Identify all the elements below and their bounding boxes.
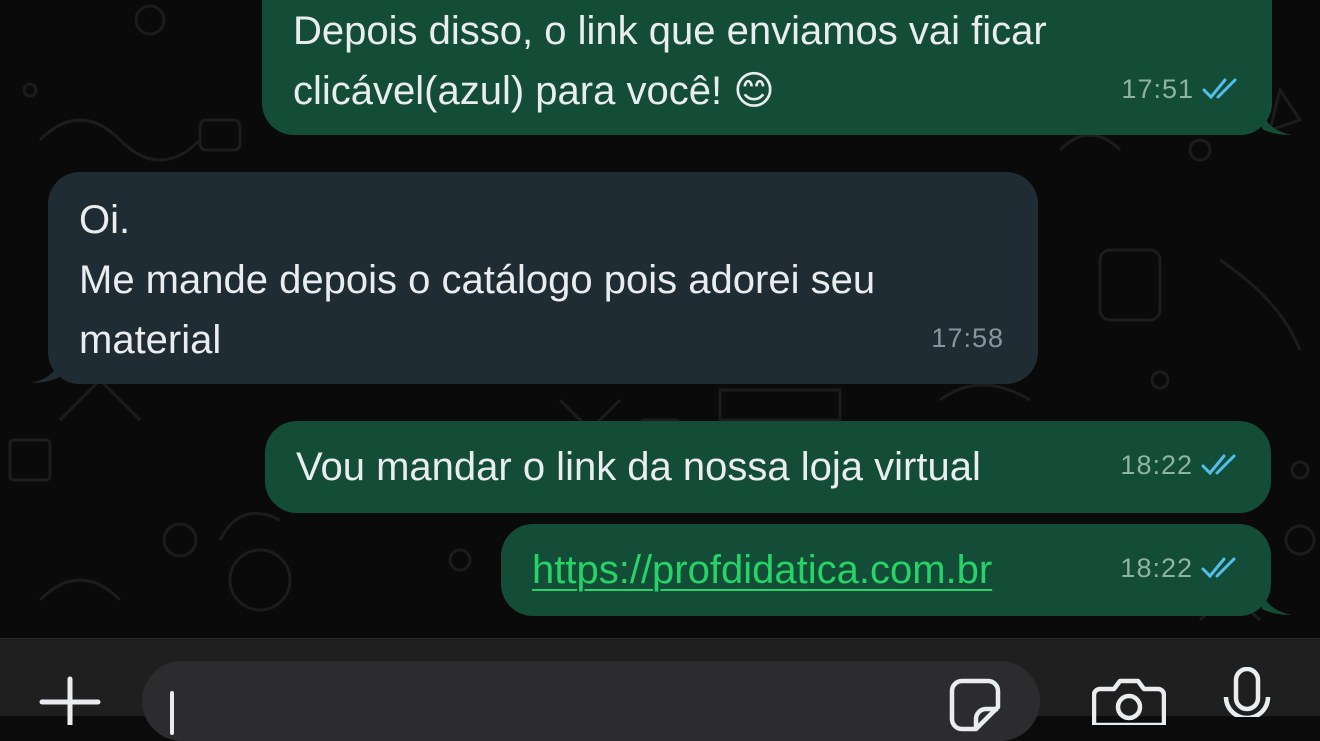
plus-icon[interactable] (38, 675, 102, 725)
message-meta: 17:58 (931, 308, 1004, 368)
text-caret (170, 691, 174, 735)
sticker-icon[interactable] (948, 677, 1002, 737)
bubble-tail (30, 358, 60, 383)
message-bubble-outgoing[interactable]: https://profdidatica.com.br 18:22 (501, 524, 1271, 616)
message-time: 17:58 (931, 323, 1004, 353)
message-meta: 18:22 (1120, 435, 1243, 495)
message-bubble-outgoing[interactable]: Depois disso, o link que enviamos vai fi… (262, 0, 1272, 135)
bubble-tail (1262, 590, 1292, 615)
message-meta: 18:22 (1120, 538, 1243, 598)
chat-area: Depois disso, o link que enviamos vai fi… (0, 0, 1320, 638)
message-link[interactable]: https://profdidatica.com.br (532, 540, 992, 600)
message-bubble-outgoing[interactable]: Vou mandar o link da nossa loja virtual … (265, 421, 1271, 513)
composer-bar (0, 638, 1320, 741)
message-time: 18:22 (1120, 450, 1193, 480)
message-time: 18:22 (1120, 553, 1193, 583)
microphone-icon[interactable] (1222, 667, 1272, 717)
message-bubble-incoming[interactable]: Oi. Me mande depois o catálogo pois ador… (48, 172, 1038, 384)
message-time: 17:51 (1121, 74, 1194, 104)
double-check-icon (1202, 78, 1237, 100)
double-check-icon (1201, 557, 1236, 579)
message-text: Oi. Me mande depois o catálogo pois ador… (79, 198, 876, 362)
message-meta: 17:51 (1121, 59, 1244, 119)
double-check-icon (1201, 454, 1236, 476)
bubble-tail (1262, 110, 1292, 135)
camera-icon[interactable] (1092, 675, 1166, 725)
message-input[interactable] (142, 661, 1040, 741)
message-text: Vou mandar o link da nossa loja virtual (296, 445, 981, 489)
message-text: Depois disso, o link que enviamos vai fi… (293, 9, 1047, 113)
